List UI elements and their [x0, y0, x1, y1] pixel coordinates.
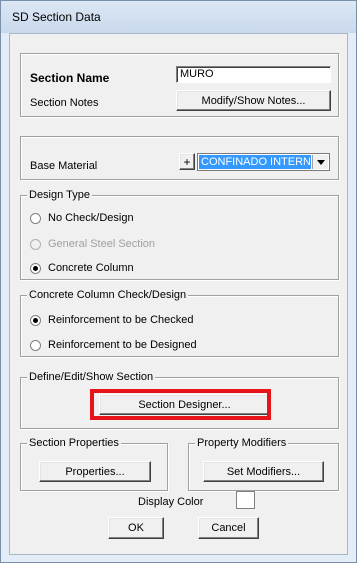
display-color-label: Display Color — [138, 496, 204, 508]
design-type-legend: Design Type — [27, 189, 92, 202]
add-material-button[interactable]: + — [179, 153, 195, 170]
radio-indicator[interactable] — [30, 238, 41, 250]
base-material-group: Base Material + CONFINADO INTERNO — [20, 136, 339, 180]
properties-button[interactable]: Properties... — [39, 461, 151, 482]
radio-indicator[interactable] — [30, 212, 41, 224]
cancel-button[interactable]: Cancel — [198, 517, 259, 539]
radio-concrete-column[interactable]: Concrete Column — [30, 262, 134, 274]
property-modifiers-legend: Property Modifiers — [195, 437, 289, 450]
ok-button[interactable]: OK — [108, 517, 164, 539]
material-selected-value: CONFINADO INTERNO — [199, 155, 311, 169]
chevron-down-icon[interactable] — [312, 155, 328, 169]
radio-indicator[interactable] — [30, 314, 41, 326]
modify-notes-button[interactable]: Modify/Show Notes... — [176, 90, 331, 111]
base-material-label: Base Material — [30, 160, 98, 172]
radio-no-check-design[interactable]: No Check/Design — [30, 212, 134, 224]
radio-reinforcement-checked[interactable]: Reinforcement to be Checked — [30, 314, 194, 326]
radio-label: Reinforcement to be Designed — [48, 339, 197, 351]
property-modifiers-group: Property Modifiers Set Modifiers... — [188, 437, 339, 491]
concrete-check-legend: Concrete Column Check/Design — [27, 289, 189, 302]
design-type-group: Design Type No Check/Design General Stee… — [20, 189, 339, 280]
radio-reinforcement-designed[interactable]: Reinforcement to be Designed — [30, 339, 197, 351]
radio-label: General Steel Section — [48, 238, 156, 250]
define-section-legend: Define/Edit/Show Section — [27, 371, 156, 384]
radio-indicator[interactable] — [30, 339, 41, 351]
set-modifiers-button[interactable]: Set Modifiers... — [203, 461, 324, 482]
radio-label: Concrete Column — [48, 262, 134, 274]
display-color-swatch[interactable] — [236, 491, 255, 509]
section-properties-group: Section Properties Properties... — [20, 437, 168, 491]
section-name-input[interactable]: MURO — [176, 66, 331, 83]
radio-label: No Check/Design — [48, 212, 134, 224]
section-name-group: Section Name MURO Section Notes Modify/S… — [20, 53, 339, 117]
concrete-column-check-group: Concrete Column Check/Design Reinforceme… — [20, 289, 339, 357]
radio-general-steel-section[interactable]: General Steel Section — [30, 238, 155, 250]
section-notes-label: Section Notes — [30, 97, 99, 109]
section-properties-legend: Section Properties — [27, 437, 121, 450]
radio-label: Reinforcement to be Checked — [48, 314, 194, 326]
title-bar[interactable]: SD Section Data — [1, 1, 356, 33]
dialog-client-area: Section Name MURO Section Notes Modify/S… — [9, 33, 348, 555]
material-dropdown[interactable]: CONFINADO INTERNO — [197, 153, 330, 171]
radio-indicator[interactable] — [30, 262, 41, 274]
window-title: SD Section Data — [12, 10, 101, 24]
dialog-window: SD Section Data Section Name MURO Sectio… — [0, 0, 357, 563]
section-name-label: Section Name — [30, 71, 110, 85]
highlight-box — [90, 389, 271, 420]
